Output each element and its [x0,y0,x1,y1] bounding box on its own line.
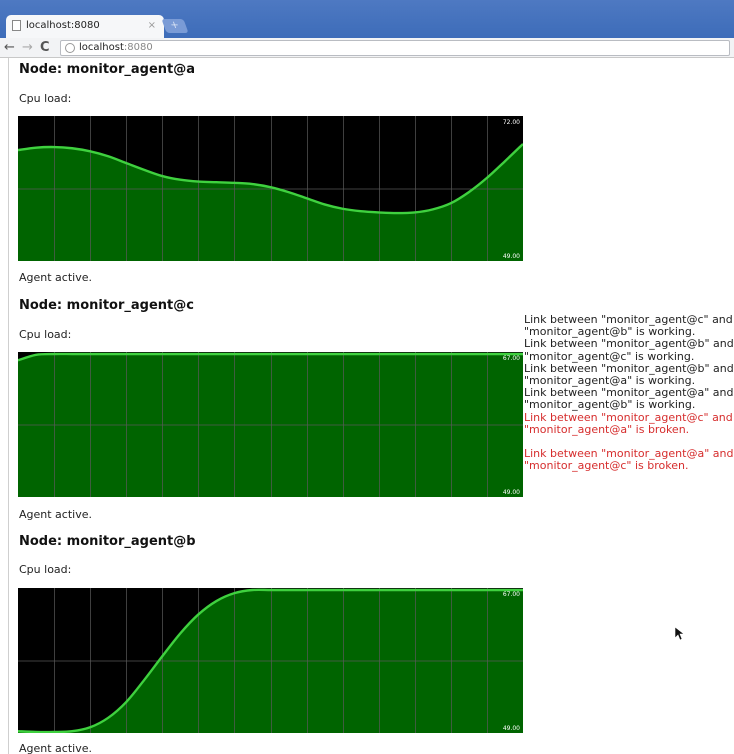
reload-button[interactable]: C [40,39,50,57]
node-title-b: Node: monitor_agent@b [19,534,196,549]
y-min-label: 49.00 [503,725,520,732]
node-title-c: Node: monitor_agent@c [19,298,194,313]
globe-icon [65,43,75,53]
cpu-label-b: Cpu load: [19,563,72,576]
browser-toolbar: ← → C localhost:8080 [0,38,734,58]
link-status-item-broken: Link between "monitor_agent@c" and "moni… [524,410,733,436]
cpu-label-c: Cpu load: [19,328,72,341]
y-max-label: 67.00 [503,591,520,598]
link-status-item: Link between "monitor_agent@c" and "moni… [524,313,733,339]
node-title-a: Node: monitor_agent@a [19,62,196,77]
cpu-chart-c-svg: 67.00 49.00 [18,352,523,497]
cpu-chart-b: 67.00 49.00 [18,588,523,733]
cpu-chart-a: 72.00 49.00 [18,116,523,261]
y-min-label: 49.00 [503,489,520,496]
agent-status-a: Agent active. [19,271,92,284]
page-content: Node: monitor_agent@a Cpu load: 72.00 49.… [8,58,734,754]
cpu-chart-c: 67.00 49.00 [18,352,523,497]
agent-status-c: Agent active. [19,508,92,521]
address-bar[interactable]: localhost:8080 [60,40,730,56]
y-max-label: 67.00 [503,355,520,362]
link-status-item-broken: Link between "monitor_agent@a" and "moni… [524,447,734,473]
link-status-list: Link between "monitor_agent@c" and "moni… [524,313,734,473]
link-status-item: Link between "monitor_agent@a" and "moni… [524,386,734,412]
cpu-label-a: Cpu load: [19,92,72,105]
forward-button[interactable]: → [22,39,33,57]
page-icon [12,20,21,31]
link-status-item: Link between "monitor_agent@b" and "moni… [524,361,734,388]
browser-tab-strip: localhost:8080 × + [0,0,734,38]
cpu-chart-a-svg: 72.00 49.00 [18,116,523,261]
cpu-chart-b-svg: 67.00 49.00 [18,588,523,733]
agent-status-b: Agent active. [19,742,92,754]
mouse-cursor-icon [675,627,685,641]
y-max-label: 72.00 [503,119,520,126]
link-status-item: Link between "monitor_agent@b" and "moni… [524,337,734,363]
url-host: localhost [79,42,124,53]
browser-tab[interactable]: localhost:8080 × [6,15,164,38]
new-tab-button[interactable]: + [161,19,189,33]
tab-title: localhost:8080 [26,20,100,31]
url-port: :8080 [123,42,153,53]
back-button[interactable]: ← [4,39,15,57]
close-icon[interactable]: × [148,15,156,37]
y-min-label: 49.00 [503,253,520,260]
